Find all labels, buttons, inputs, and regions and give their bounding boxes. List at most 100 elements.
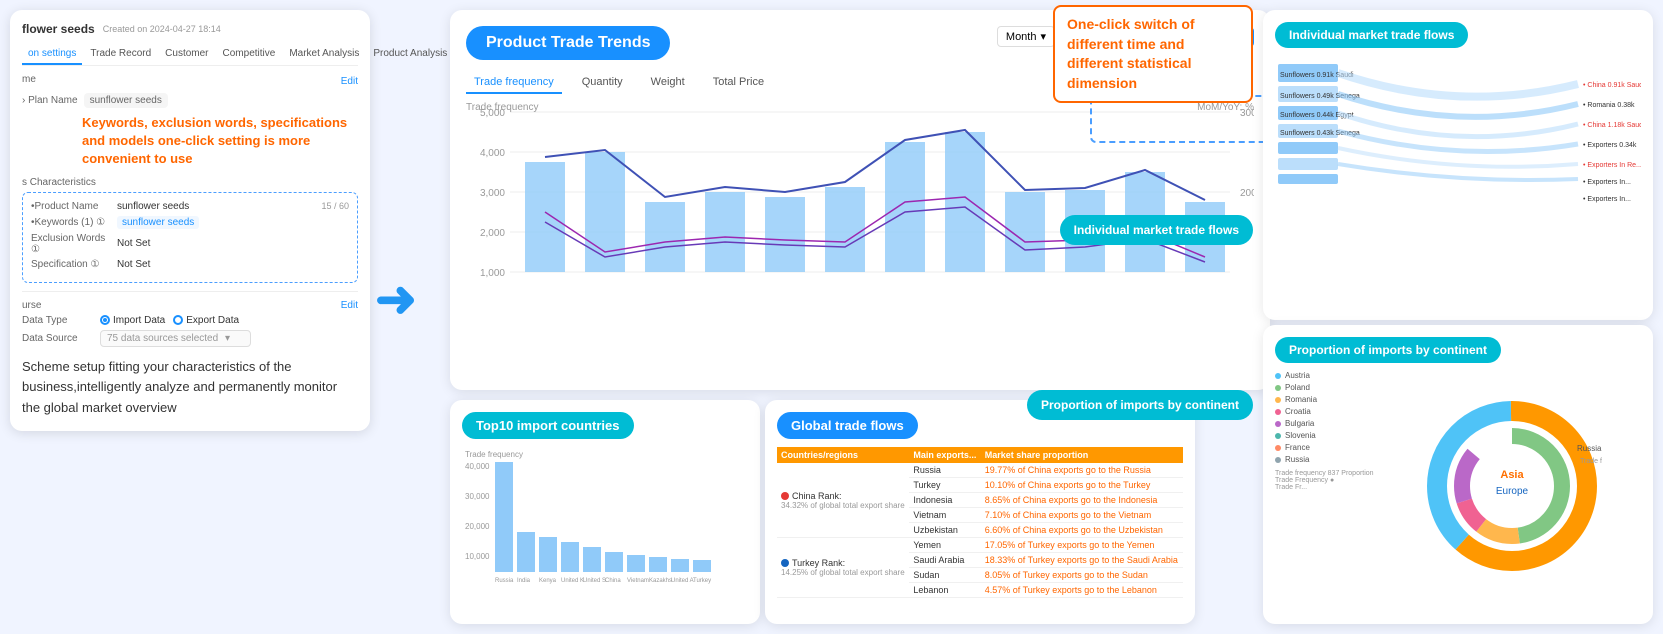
tab-trade-record[interactable]: Trade Record <box>84 44 157 65</box>
donut-chart: Asia Europe Russia Trade frequ... <box>1422 396 1602 576</box>
import-data-radio[interactable]: Import Data <box>100 315 165 326</box>
product-name-value: sunflower seeds <box>117 201 315 212</box>
tab-on-settings[interactable]: on settings <box>22 44 82 65</box>
left-panel-header: flower seeds Created on 2024-04-27 18:14 <box>22 22 358 36</box>
trade-freq-label: Trade frequency 837 Proportion <box>1275 470 1375 477</box>
svg-text:Russia: Russia <box>495 578 514 584</box>
tab-trade-freq[interactable]: Trade frequency <box>466 72 562 94</box>
edit-link-2[interactable]: Edit <box>341 300 358 311</box>
top10-chart: Trade frequency 40,000 30,000 20,000 10,… <box>462 447 748 587</box>
tab-product[interactable]: Product Analysis <box>367 44 453 65</box>
china-share: 34.32% of global total export share <box>781 501 905 510</box>
characteristics-section: •Product Name sunflower seeds 15 / 60 •K… <box>22 192 358 283</box>
callout-orange-box: One-click switch of different time and d… <box>1053 5 1253 103</box>
france-dot <box>1275 445 1281 451</box>
uzbekistan-dest: Uzbekistan <box>909 523 980 538</box>
svg-text:10,000: 10,000 <box>465 552 490 561</box>
svg-text:Russia: Russia <box>1577 444 1602 453</box>
keywords-label: •Keywords (1) ① <box>31 217 111 228</box>
created-date: Created on 2024-04-27 18:14 <box>103 24 221 34</box>
product-name-label: •Product Name <box>31 201 111 212</box>
bottom-center-panel: Global trade flows Countries/regions Mai… <box>765 400 1195 624</box>
poland-dot <box>1275 385 1281 391</box>
month-label: Month <box>1006 31 1037 43</box>
svg-text:United K: United K <box>561 578 584 584</box>
y-axis-right: MoM/YoY: % <box>1197 102 1254 113</box>
country-poland: Poland <box>1275 383 1375 392</box>
description-text: Scheme setup fitting your characteristic… <box>22 357 358 419</box>
tab-total-price[interactable]: Total Price <box>705 72 772 94</box>
svg-text:Kenya: Kenya <box>539 578 557 584</box>
section-me-label: me <box>22 74 36 85</box>
vietnam-pct: 7.10% of China exports go to the Vietnam <box>981 508 1183 523</box>
croatia-dot <box>1275 409 1281 415</box>
svg-text:Trade frequ...: Trade frequ... <box>1580 458 1602 465</box>
svg-text:• Exporters In Re...: • Exporters In Re... <box>1583 162 1641 169</box>
svg-text:United S: United S <box>583 578 606 584</box>
svg-text:4,000: 4,000 <box>480 148 505 159</box>
data-type-label: Data Type <box>22 315 92 326</box>
country-bulgaria: Bulgaria <box>1275 419 1375 428</box>
svg-text:200%: 200% <box>1240 188 1254 199</box>
poland-label: Poland <box>1285 383 1310 392</box>
country-russia: Russia <box>1275 455 1375 464</box>
tab-weight[interactable]: Weight <box>643 72 693 94</box>
data-source-select[interactable]: 75 data sources selected ▾ <box>100 330 251 347</box>
svg-text:• Romania 0.38k: • Romania 0.38k <box>1583 102 1635 109</box>
svg-text:20,000: 20,000 <box>465 522 490 531</box>
donut-area: Asia Europe Russia Trade frequ... <box>1383 371 1641 601</box>
tab-market[interactable]: Market Analysis <box>283 44 365 65</box>
tab-quantity[interactable]: Quantity <box>574 72 631 94</box>
france-label: France <box>1285 443 1310 452</box>
data-source-row: Data Source 75 data sources selected ▾ <box>22 330 358 347</box>
trade-trend-chart: 5,000 4,000 3,000 2,000 1,000 <box>466 102 1254 302</box>
chart-title: Product Trade Trends <box>466 26 670 60</box>
turkey-name: Turkey Rank: <box>792 558 845 568</box>
svg-text:• China 1.18k Saudi: • China 1.18k Saudi <box>1583 122 1641 129</box>
chart-area: Trade frequency MoM/YoY: % 5,000 4,000 3… <box>466 102 1254 302</box>
table-row: Turkey Rank: 14.25% of global total expo… <box>777 538 1183 553</box>
svg-text:• Exporters 0.34k: • Exporters 0.34k <box>1583 142 1637 149</box>
edit-link-1[interactable]: Edit <box>341 76 358 87</box>
individual-badge: Individual market trade flows <box>1275 22 1468 48</box>
export-label: Export Data <box>186 315 239 326</box>
import-label: Import Data <box>113 315 165 326</box>
month-chevron: ▾ <box>1040 30 1046 43</box>
plan-row: › Plan Name sunflower seeds <box>22 93 358 108</box>
indonesia-pct: 8.65% of China exports go to the Indones… <box>981 493 1183 508</box>
svg-text:3,000: 3,000 <box>480 188 505 199</box>
slovenia-dot <box>1275 433 1281 439</box>
svg-text:Turkey: Turkey <box>693 578 711 584</box>
svg-text:2,000: 2,000 <box>480 228 505 239</box>
sankey-chart: Sunflowers 0.91k Saudi Sunflowers 0.49k … <box>1275 54 1641 294</box>
data-source-label: Data Source <box>22 333 92 344</box>
svg-text:China: China <box>605 578 621 584</box>
tab-competitive[interactable]: Competitive <box>217 44 282 65</box>
trade-freq-value: Trade Frequency ● <box>1275 477 1375 484</box>
col-exports: Main exports... <box>909 447 980 463</box>
product-title: flower seeds <box>22 22 95 36</box>
china-flag <box>781 492 789 500</box>
bottom-left-panel: Top10 import countries Trade frequency 4… <box>450 400 760 624</box>
exclusion-row: Exclusion Words ① Not Set <box>31 233 349 255</box>
trade-freq-line: Trade Fr... <box>1275 484 1375 491</box>
saudi-dest: Saudi Arabia <box>909 553 980 568</box>
characteristics-label: s Characteristics <box>22 177 358 188</box>
country-austria: Austria <box>1275 371 1375 380</box>
select-chevron: ▾ <box>225 333 230 344</box>
export-data-radio[interactable]: Export Data <box>173 315 239 326</box>
svg-text:40,000: 40,000 <box>465 462 490 471</box>
right-top-panel: Individual market trade flows Sunflowers… <box>1263 10 1653 320</box>
specification-label: Specification ① <box>31 259 111 270</box>
arrow-right: ➜ <box>375 270 417 328</box>
tab-customer[interactable]: Customer <box>159 44 214 65</box>
china-name: China Rank: <box>792 491 842 501</box>
russia-label: Russia <box>1285 455 1309 464</box>
austria-label: Austria <box>1285 371 1310 380</box>
data-source-value: 75 data sources selected <box>107 333 218 344</box>
specification-row: Specification ① Not Set <box>31 259 349 270</box>
callout-proportion-text: Proportion of imports by continent <box>1041 398 1239 412</box>
keywords-row: •Keywords (1) ① sunflower seeds <box>31 216 349 229</box>
svg-text:• China 0.91k Saudi: • China 0.91k Saudi <box>1583 82 1641 89</box>
month-select[interactable]: Month ▾ <box>997 26 1055 47</box>
